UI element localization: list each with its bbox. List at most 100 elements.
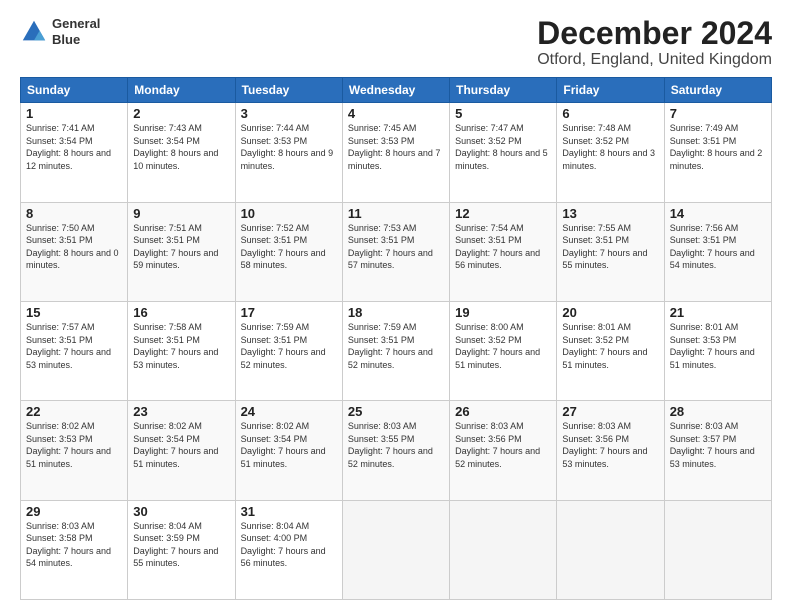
day-info: Sunrise: 7:41 AM Sunset: 3:54 PM Dayligh… bbox=[26, 122, 122, 172]
calendar-week-row: 1 Sunrise: 7:41 AM Sunset: 3:54 PM Dayli… bbox=[21, 103, 772, 202]
day-number: 25 bbox=[348, 404, 444, 419]
logo: General Blue bbox=[20, 16, 100, 47]
day-number: 22 bbox=[26, 404, 122, 419]
calendar-week-row: 8 Sunrise: 7:50 AM Sunset: 3:51 PM Dayli… bbox=[21, 202, 772, 301]
day-number: 13 bbox=[562, 206, 658, 221]
day-info: Sunrise: 7:57 AM Sunset: 3:51 PM Dayligh… bbox=[26, 321, 122, 371]
day-number: 19 bbox=[455, 305, 551, 320]
calendar-cell: 22 Sunrise: 8:02 AM Sunset: 3:53 PM Dayl… bbox=[21, 401, 128, 500]
calendar-cell: 13 Sunrise: 7:55 AM Sunset: 3:51 PM Dayl… bbox=[557, 202, 664, 301]
day-number: 26 bbox=[455, 404, 551, 419]
day-info: Sunrise: 8:01 AM Sunset: 3:53 PM Dayligh… bbox=[670, 321, 766, 371]
calendar-cell: 31 Sunrise: 8:04 AM Sunset: 4:00 PM Dayl… bbox=[235, 500, 342, 599]
calendar-cell bbox=[450, 500, 557, 599]
calendar-cell: 24 Sunrise: 8:02 AM Sunset: 3:54 PM Dayl… bbox=[235, 401, 342, 500]
logo-icon bbox=[20, 18, 48, 46]
day-number: 4 bbox=[348, 106, 444, 121]
calendar-cell: 27 Sunrise: 8:03 AM Sunset: 3:56 PM Dayl… bbox=[557, 401, 664, 500]
day-info: Sunrise: 8:04 AM Sunset: 3:59 PM Dayligh… bbox=[133, 520, 229, 570]
day-number: 28 bbox=[670, 404, 766, 419]
day-number: 31 bbox=[241, 504, 337, 519]
day-info: Sunrise: 8:03 AM Sunset: 3:56 PM Dayligh… bbox=[562, 420, 658, 470]
calendar-cell: 20 Sunrise: 8:01 AM Sunset: 3:52 PM Dayl… bbox=[557, 301, 664, 400]
calendar-cell: 11 Sunrise: 7:53 AM Sunset: 3:51 PM Dayl… bbox=[342, 202, 449, 301]
day-info: Sunrise: 7:49 AM Sunset: 3:51 PM Dayligh… bbox=[670, 122, 766, 172]
day-number: 24 bbox=[241, 404, 337, 419]
day-info: Sunrise: 7:59 AM Sunset: 3:51 PM Dayligh… bbox=[241, 321, 337, 371]
calendar-cell: 25 Sunrise: 8:03 AM Sunset: 3:55 PM Dayl… bbox=[342, 401, 449, 500]
calendar-cell: 29 Sunrise: 8:03 AM Sunset: 3:58 PM Dayl… bbox=[21, 500, 128, 599]
day-number: 10 bbox=[241, 206, 337, 221]
calendar-cell: 7 Sunrise: 7:49 AM Sunset: 3:51 PM Dayli… bbox=[664, 103, 771, 202]
calendar-cell: 1 Sunrise: 7:41 AM Sunset: 3:54 PM Dayli… bbox=[21, 103, 128, 202]
calendar-cell: 9 Sunrise: 7:51 AM Sunset: 3:51 PM Dayli… bbox=[128, 202, 235, 301]
day-number: 29 bbox=[26, 504, 122, 519]
calendar-cell: 21 Sunrise: 8:01 AM Sunset: 3:53 PM Dayl… bbox=[664, 301, 771, 400]
weekday-header: Sunday bbox=[21, 78, 128, 103]
day-info: Sunrise: 7:43 AM Sunset: 3:54 PM Dayligh… bbox=[133, 122, 229, 172]
day-number: 20 bbox=[562, 305, 658, 320]
day-info: Sunrise: 7:55 AM Sunset: 3:51 PM Dayligh… bbox=[562, 222, 658, 272]
day-info: Sunrise: 8:03 AM Sunset: 3:58 PM Dayligh… bbox=[26, 520, 122, 570]
calendar-week-row: 15 Sunrise: 7:57 AM Sunset: 3:51 PM Dayl… bbox=[21, 301, 772, 400]
day-info: Sunrise: 8:00 AM Sunset: 3:52 PM Dayligh… bbox=[455, 321, 551, 371]
day-number: 15 bbox=[26, 305, 122, 320]
day-number: 11 bbox=[348, 206, 444, 221]
day-number: 6 bbox=[562, 106, 658, 121]
day-info: Sunrise: 7:47 AM Sunset: 3:52 PM Dayligh… bbox=[455, 122, 551, 172]
day-info: Sunrise: 8:03 AM Sunset: 3:55 PM Dayligh… bbox=[348, 420, 444, 470]
day-info: Sunrise: 7:59 AM Sunset: 3:51 PM Dayligh… bbox=[348, 321, 444, 371]
day-info: Sunrise: 7:52 AM Sunset: 3:51 PM Dayligh… bbox=[241, 222, 337, 272]
weekday-header: Monday bbox=[128, 78, 235, 103]
day-info: Sunrise: 7:48 AM Sunset: 3:52 PM Dayligh… bbox=[562, 122, 658, 172]
calendar-cell: 16 Sunrise: 7:58 AM Sunset: 3:51 PM Dayl… bbox=[128, 301, 235, 400]
calendar-cell: 5 Sunrise: 7:47 AM Sunset: 3:52 PM Dayli… bbox=[450, 103, 557, 202]
subtitle: Otford, England, United Kingdom bbox=[537, 51, 772, 69]
day-number: 7 bbox=[670, 106, 766, 121]
day-info: Sunrise: 8:04 AM Sunset: 4:00 PM Dayligh… bbox=[241, 520, 337, 570]
day-number: 18 bbox=[348, 305, 444, 320]
calendar-cell bbox=[664, 500, 771, 599]
day-number: 5 bbox=[455, 106, 551, 121]
weekday-header: Wednesday bbox=[342, 78, 449, 103]
calendar-cell: 8 Sunrise: 7:50 AM Sunset: 3:51 PM Dayli… bbox=[21, 202, 128, 301]
calendar-cell bbox=[557, 500, 664, 599]
day-number: 12 bbox=[455, 206, 551, 221]
day-info: Sunrise: 8:02 AM Sunset: 3:53 PM Dayligh… bbox=[26, 420, 122, 470]
day-number: 27 bbox=[562, 404, 658, 419]
day-number: 23 bbox=[133, 404, 229, 419]
day-info: Sunrise: 8:03 AM Sunset: 3:57 PM Dayligh… bbox=[670, 420, 766, 470]
day-info: Sunrise: 8:02 AM Sunset: 3:54 PM Dayligh… bbox=[133, 420, 229, 470]
day-number: 21 bbox=[670, 305, 766, 320]
calendar-cell: 2 Sunrise: 7:43 AM Sunset: 3:54 PM Dayli… bbox=[128, 103, 235, 202]
calendar-cell: 14 Sunrise: 7:56 AM Sunset: 3:51 PM Dayl… bbox=[664, 202, 771, 301]
weekday-header: Thursday bbox=[450, 78, 557, 103]
day-info: Sunrise: 8:01 AM Sunset: 3:52 PM Dayligh… bbox=[562, 321, 658, 371]
day-info: Sunrise: 7:56 AM Sunset: 3:51 PM Dayligh… bbox=[670, 222, 766, 272]
calendar-week-row: 22 Sunrise: 8:02 AM Sunset: 3:53 PM Dayl… bbox=[21, 401, 772, 500]
day-number: 16 bbox=[133, 305, 229, 320]
calendar-week-row: 29 Sunrise: 8:03 AM Sunset: 3:58 PM Dayl… bbox=[21, 500, 772, 599]
header: General Blue December 2024 Otford, Engla… bbox=[20, 16, 772, 69]
calendar-cell: 12 Sunrise: 7:54 AM Sunset: 3:51 PM Dayl… bbox=[450, 202, 557, 301]
day-info: Sunrise: 7:51 AM Sunset: 3:51 PM Dayligh… bbox=[133, 222, 229, 272]
weekday-header: Saturday bbox=[664, 78, 771, 103]
calendar-cell: 26 Sunrise: 8:03 AM Sunset: 3:56 PM Dayl… bbox=[450, 401, 557, 500]
day-number: 9 bbox=[133, 206, 229, 221]
day-info: Sunrise: 7:54 AM Sunset: 3:51 PM Dayligh… bbox=[455, 222, 551, 272]
calendar-cell: 15 Sunrise: 7:57 AM Sunset: 3:51 PM Dayl… bbox=[21, 301, 128, 400]
calendar-table: SundayMondayTuesdayWednesdayThursdayFrid… bbox=[20, 77, 772, 600]
calendar-cell: 28 Sunrise: 8:03 AM Sunset: 3:57 PM Dayl… bbox=[664, 401, 771, 500]
day-number: 3 bbox=[241, 106, 337, 121]
calendar-cell: 23 Sunrise: 8:02 AM Sunset: 3:54 PM Dayl… bbox=[128, 401, 235, 500]
day-info: Sunrise: 7:44 AM Sunset: 3:53 PM Dayligh… bbox=[241, 122, 337, 172]
day-info: Sunrise: 7:58 AM Sunset: 3:51 PM Dayligh… bbox=[133, 321, 229, 371]
day-number: 2 bbox=[133, 106, 229, 121]
day-number: 17 bbox=[241, 305, 337, 320]
calendar-cell: 18 Sunrise: 7:59 AM Sunset: 3:51 PM Dayl… bbox=[342, 301, 449, 400]
day-info: Sunrise: 7:53 AM Sunset: 3:51 PM Dayligh… bbox=[348, 222, 444, 272]
day-number: 8 bbox=[26, 206, 122, 221]
day-info: Sunrise: 7:45 AM Sunset: 3:53 PM Dayligh… bbox=[348, 122, 444, 172]
calendar-cell: 30 Sunrise: 8:04 AM Sunset: 3:59 PM Dayl… bbox=[128, 500, 235, 599]
day-info: Sunrise: 7:50 AM Sunset: 3:51 PM Dayligh… bbox=[26, 222, 122, 272]
